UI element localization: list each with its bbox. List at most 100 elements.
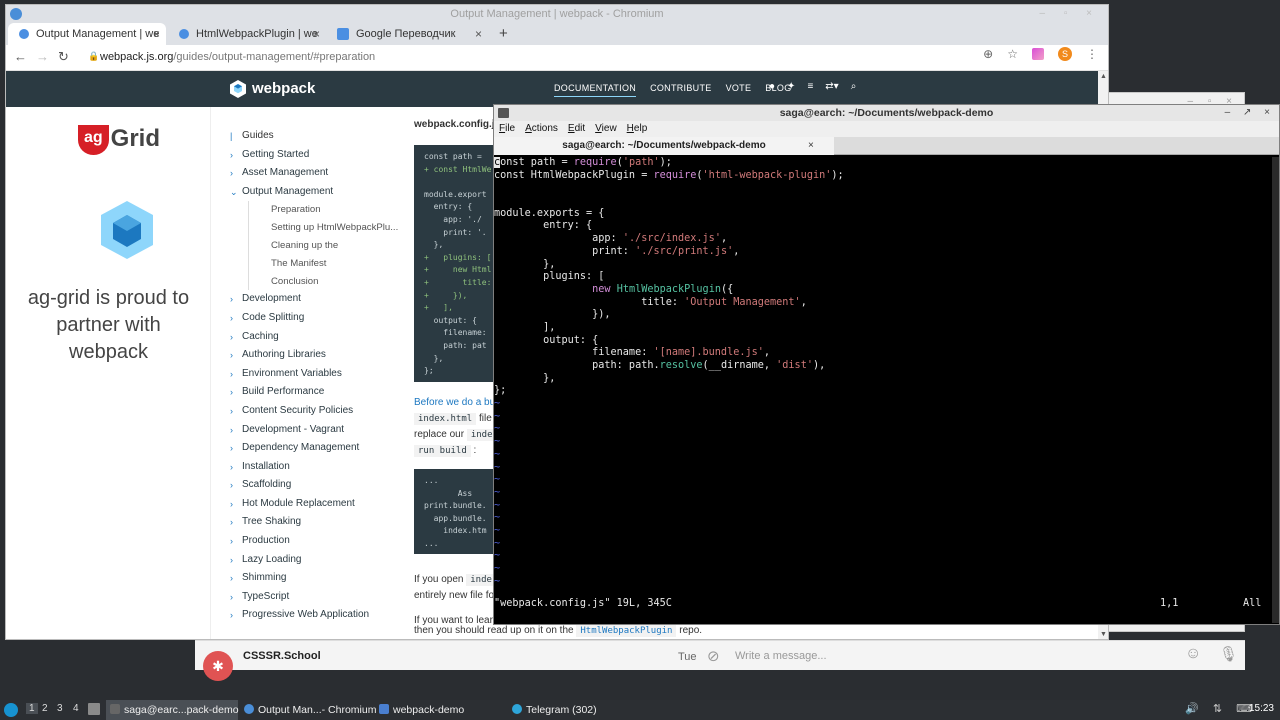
site-logo-text[interactable]: webpack — [252, 80, 315, 97]
workspace-2[interactable]: 2 — [42, 703, 48, 714]
task-chromium[interactable]: Output Man...- Chromium — [242, 700, 376, 720]
bookmark-star-icon[interactable]: ☆ — [1007, 47, 1018, 61]
close-icon[interactable]: × — [313, 23, 320, 45]
sidebar-item[interactable]: › TypeScript — [230, 588, 400, 607]
window-controls[interactable]: – ↗ × — [1225, 105, 1275, 121]
close-icon[interactable]: × — [153, 23, 160, 45]
menu-view[interactable]: View — [595, 121, 617, 137]
sidebar-item[interactable]: › Hot Module Replacement — [230, 495, 400, 514]
start-menu-icon[interactable] — [4, 703, 18, 717]
sidebar-item[interactable]: › Content Security Policies — [230, 402, 400, 421]
network-icon[interactable]: ⇅ — [1213, 702, 1222, 715]
tab-htmlwebpackplugin[interactable]: HtmlWebpackPlugin | we × — [168, 23, 326, 45]
sidebar-item[interactable]: › Development - Vagrant — [230, 421, 400, 440]
volume-icon[interactable]: 🔊 — [1185, 702, 1199, 715]
profile-avatar[interactable]: S — [1058, 47, 1072, 61]
sidebar-item-output-management[interactable]: ⌄ Output Management — [230, 183, 400, 202]
sidebar-item-asset-management[interactable]: › Asset Management — [230, 164, 400, 183]
sidebar-item[interactable]: › Environment Variables — [230, 365, 400, 384]
menu-file[interactable]: File — [499, 121, 515, 137]
terminal-tab[interactable]: saga@earch: ~/Documents/webpack-demo — [494, 137, 834, 155]
nav-vote[interactable]: VOTE — [726, 83, 752, 97]
menu-dots-icon[interactable]: ⋮ — [1086, 47, 1098, 61]
sidebar-item[interactable]: › Build Performance — [230, 383, 400, 402]
browser-toolbar: ← → ↻ 🔒 webpack.js.org/guides/output-man… — [6, 45, 1108, 71]
twitter-icon[interactable]: ✦ — [787, 81, 795, 92]
webpack-favicon-icon — [19, 29, 29, 39]
sidebar-item[interactable]: › Progressive Web Application — [230, 606, 400, 625]
terminal-title: saga@earch: ~/Documents/webpack-demo — [779, 107, 994, 119]
sidebar-item[interactable]: › Shimming — [230, 569, 400, 588]
sidebar-item[interactable]: › Production — [230, 532, 400, 551]
sidebar-item[interactable]: › Code Splitting — [230, 309, 400, 328]
forward-arrow-icon[interactable]: → — [36, 49, 49, 64]
tab-output-management[interactable]: Output Management | we × — [8, 23, 166, 45]
menu-help[interactable]: Help — [627, 121, 648, 137]
task-terminal[interactable]: saga@earc...pack-demo — [106, 700, 239, 720]
code-line: + title: — [424, 277, 492, 287]
window-controls[interactable]: – ▫ × — [1039, 5, 1100, 23]
htmlwebpackplugin-link[interactable]: HtmlWebpackPlugin — [576, 625, 677, 637]
sidebar-item[interactable]: › Authoring Libraries — [230, 346, 400, 365]
github-icon[interactable]: ● — [769, 81, 775, 92]
attach-icon[interactable]: ⊘ — [707, 647, 720, 665]
sidebar-sub-manifest[interactable]: The Manifest — [248, 254, 400, 273]
webpack-logo-icon[interactable] — [228, 79, 248, 99]
sidebar-item[interactable]: › Scaffolding — [230, 476, 400, 495]
workspace-4[interactable]: 4 — [73, 703, 79, 714]
sponsor-ad[interactable]: ag Grid ag-grid is proud to partner with … — [6, 107, 211, 639]
install-icon[interactable]: ⊕ — [983, 47, 993, 61]
sidebar-item-getting-started[interactable]: › Getting Started — [230, 146, 400, 165]
ag-grid-logo[interactable]: ag Grid — [78, 125, 160, 155]
sidebar-sub-cleaning-up[interactable]: Cleaning up the — [248, 236, 400, 255]
sidebar-item[interactable]: › Tree Shaking — [230, 513, 400, 532]
task-telegram[interactable]: Telegram (302) — [510, 700, 640, 720]
workspace-1[interactable]: 1 — [26, 703, 38, 714]
terminal-scrollbar[interactable] — [1272, 157, 1279, 623]
message-day: Tue — [678, 651, 697, 663]
chat-avatar[interactable]: ✱ — [203, 651, 233, 681]
menu-actions[interactable]: Actions — [525, 121, 558, 137]
webpack-cube-icon — [101, 201, 153, 259]
vim-empty-line: ~ — [494, 537, 501, 549]
emoji-icon[interactable]: ☺ — [1185, 645, 1201, 663]
code-line: + ], — [424, 303, 453, 313]
task-file-manager[interactable]: webpack-demo — [377, 700, 507, 720]
back-arrow-icon[interactable]: ← — [14, 49, 27, 64]
menu-edit[interactable]: Edit — [568, 121, 585, 137]
sidebar-item-guides[interactable]: | Guides — [230, 127, 400, 146]
guide-content: webpack.config.j const path = + const Htm… — [414, 107, 504, 639]
chat-name[interactable]: CSSSR.School — [243, 650, 321, 662]
sidebar-sub-conclusion[interactable]: Conclusion — [248, 272, 400, 291]
message-input[interactable]: Write a message... — [735, 650, 827, 662]
search-icon[interactable]: ⌕ — [851, 81, 857, 92]
extension-icon[interactable] — [1032, 48, 1044, 60]
language-icon[interactable]: ⇄▾ — [825, 81, 838, 92]
close-icon[interactable]: × — [475, 23, 482, 45]
microphone-icon[interactable]: 🎙 — [1219, 645, 1238, 663]
terminal-menubar: File Actions Edit View Help — [494, 121, 1279, 137]
terminal-titlebar: saga@earch: ~/Documents/webpack-demo – ↗… — [494, 105, 1279, 121]
sidebar-item[interactable]: › Dependency Management — [230, 439, 400, 458]
vim-empty-line: ~ — [494, 461, 501, 473]
vim-editor[interactable]: const path = require('path'); const Html… — [494, 157, 1272, 623]
clock[interactable]: 15:23 — [1249, 703, 1274, 714]
lock-icon[interactable]: 🔒 — [88, 51, 99, 62]
sidebar-item[interactable]: › Installation — [230, 458, 400, 477]
stackoverflow-icon[interactable]: ≡ — [807, 81, 813, 92]
sidebar-item[interactable]: › Caching — [230, 328, 400, 347]
sidebar-sub-htmlwebpackplugin[interactable]: Setting up HtmlWebpackPlu... — [248, 219, 400, 237]
reload-icon[interactable]: ↻ — [58, 49, 69, 65]
nav-documentation[interactable]: DOCUMENTATION — [554, 83, 637, 97]
sidebar-item[interactable]: › Lazy Loading — [230, 551, 400, 570]
url-text[interactable]: webpack.js.org/guides/output-management/… — [100, 51, 375, 63]
close-icon[interactable]: × — [808, 137, 814, 155]
workspace-3[interactable]: 3 — [57, 703, 63, 714]
sidebar-sub-preparation[interactable]: Preparation — [248, 201, 400, 220]
sidebar-item[interactable]: › Development — [230, 290, 400, 309]
nav-contribute[interactable]: CONTRIBUTE — [650, 83, 712, 97]
file-manager-icon[interactable] — [88, 703, 100, 715]
new-tab-button[interactable]: + — [499, 23, 508, 45]
tab-google-translate[interactable]: Google Переводчик × — [328, 23, 488, 45]
address-bar[interactable]: 🔒 webpack.js.org/guides/output-managemen… — [80, 48, 1100, 68]
